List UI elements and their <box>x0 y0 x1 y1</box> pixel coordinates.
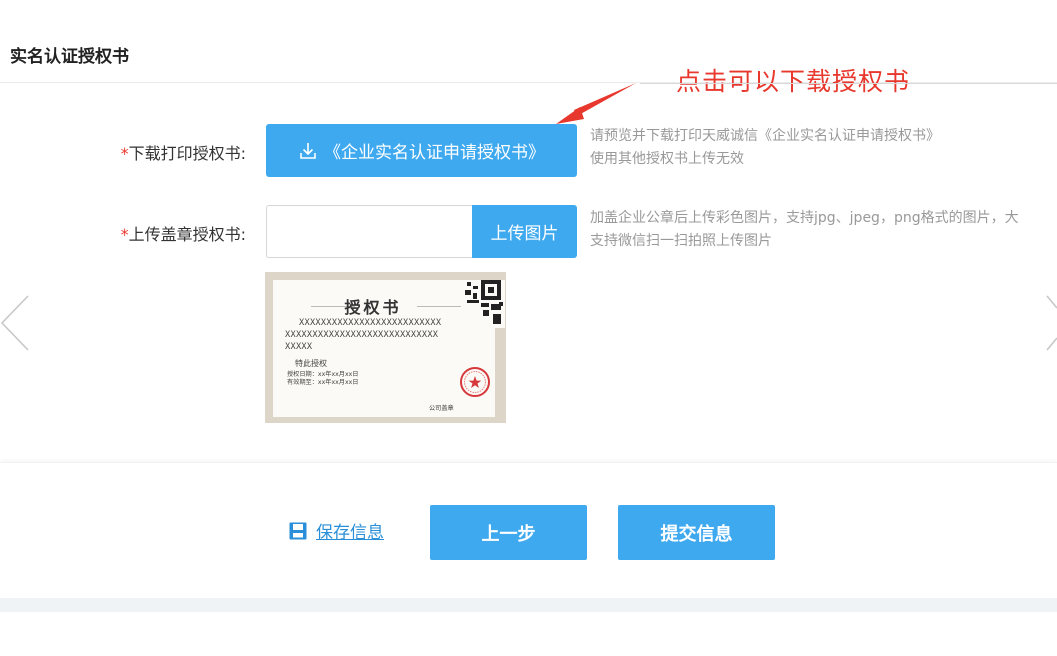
sample-date-line: 有效期至：xx年xx月xx日 <box>287 379 359 386</box>
download-hint-line: 请预览并下载打印天威诚信《企业实名认证申请授权书》 <box>590 128 940 144</box>
download-authorization-button[interactable]: 《企业实名认证申请授权书》 <box>266 124 577 177</box>
carousel-prev-icon[interactable] <box>0 294 30 352</box>
upload-label: *上传盖章授权书: <box>46 221 246 245</box>
sample-title: 授权书 <box>344 298 402 317</box>
upload-hint-line: 支持微信扫一扫拍照上传图片 <box>590 233 772 249</box>
previous-step-button[interactable]: 上一步 <box>430 505 587 560</box>
upload-hint: 加盖企业公章后上传彩色图片，支持jpg、jpeg，png格式的图片，大 支持微信… <box>590 207 1019 253</box>
save-info-link[interactable]: 保存信息 <box>288 518 384 543</box>
download-label-text: 下载打印授权书: <box>128 144 246 163</box>
sample-grant-text: 特此授权 <box>295 359 327 368</box>
footer-divider-band <box>0 598 1057 612</box>
annotation-underline <box>640 83 1057 84</box>
save-info-label: 保存信息 <box>316 523 384 543</box>
carousel-next-icon[interactable] <box>1045 294 1057 352</box>
page-title: 实名认证授权书 <box>10 47 129 67</box>
download-button-label: 《企业实名认证申请授权书》 <box>324 143 545 163</box>
sample-paper: 授权书 XXXXXXXXXXXXXXXXXXXXXXXXXX XXXXXXXXX… <box>273 280 505 417</box>
sample-text-line: XXXXXXXXXXXXXXXXXXXXXXXXXX <box>299 318 442 328</box>
required-mark: * <box>120 144 129 163</box>
qr-code-icon <box>463 280 505 328</box>
submit-info-button[interactable]: 提交信息 <box>618 505 775 560</box>
upload-image-button[interactable]: 上传图片 <box>472 205 577 258</box>
sample-stamp-text: 公司盖章 <box>429 405 454 412</box>
sample-date-line: 授权日期：xx年xx月xx日 <box>287 371 359 378</box>
required-mark: * <box>120 225 129 244</box>
upload-hint-line: 加盖企业公章后上传彩色图片，支持jpg、jpeg，png格式的图片，大 <box>590 210 1019 226</box>
company-seal-icon <box>460 367 490 397</box>
download-hint-line: 使用其他授权书上传无效 <box>590 151 744 167</box>
download-label: *下载打印授权书: <box>46 140 246 164</box>
upload-label-text: 上传盖章授权书: <box>128 225 246 244</box>
sample-text-line: XXXXXXXXXXXXXXXXXXXXXXXXXXXX <box>285 330 439 340</box>
sample-authorization-image[interactable]: 授权书 XXXXXXXXXXXXXXXXXXXXXXXXXX XXXXXXXXX… <box>265 272 506 423</box>
sample-text-line: XXXXX <box>285 342 313 352</box>
download-hint: 请预览并下载打印天威诚信《企业实名认证申请授权书》 使用其他授权书上传无效 <box>590 125 940 171</box>
annotation-text: 点击可以下载授权书 <box>676 67 911 96</box>
upload-file-input[interactable] <box>266 205 472 258</box>
download-icon <box>300 142 316 159</box>
save-disk-icon <box>289 522 307 539</box>
